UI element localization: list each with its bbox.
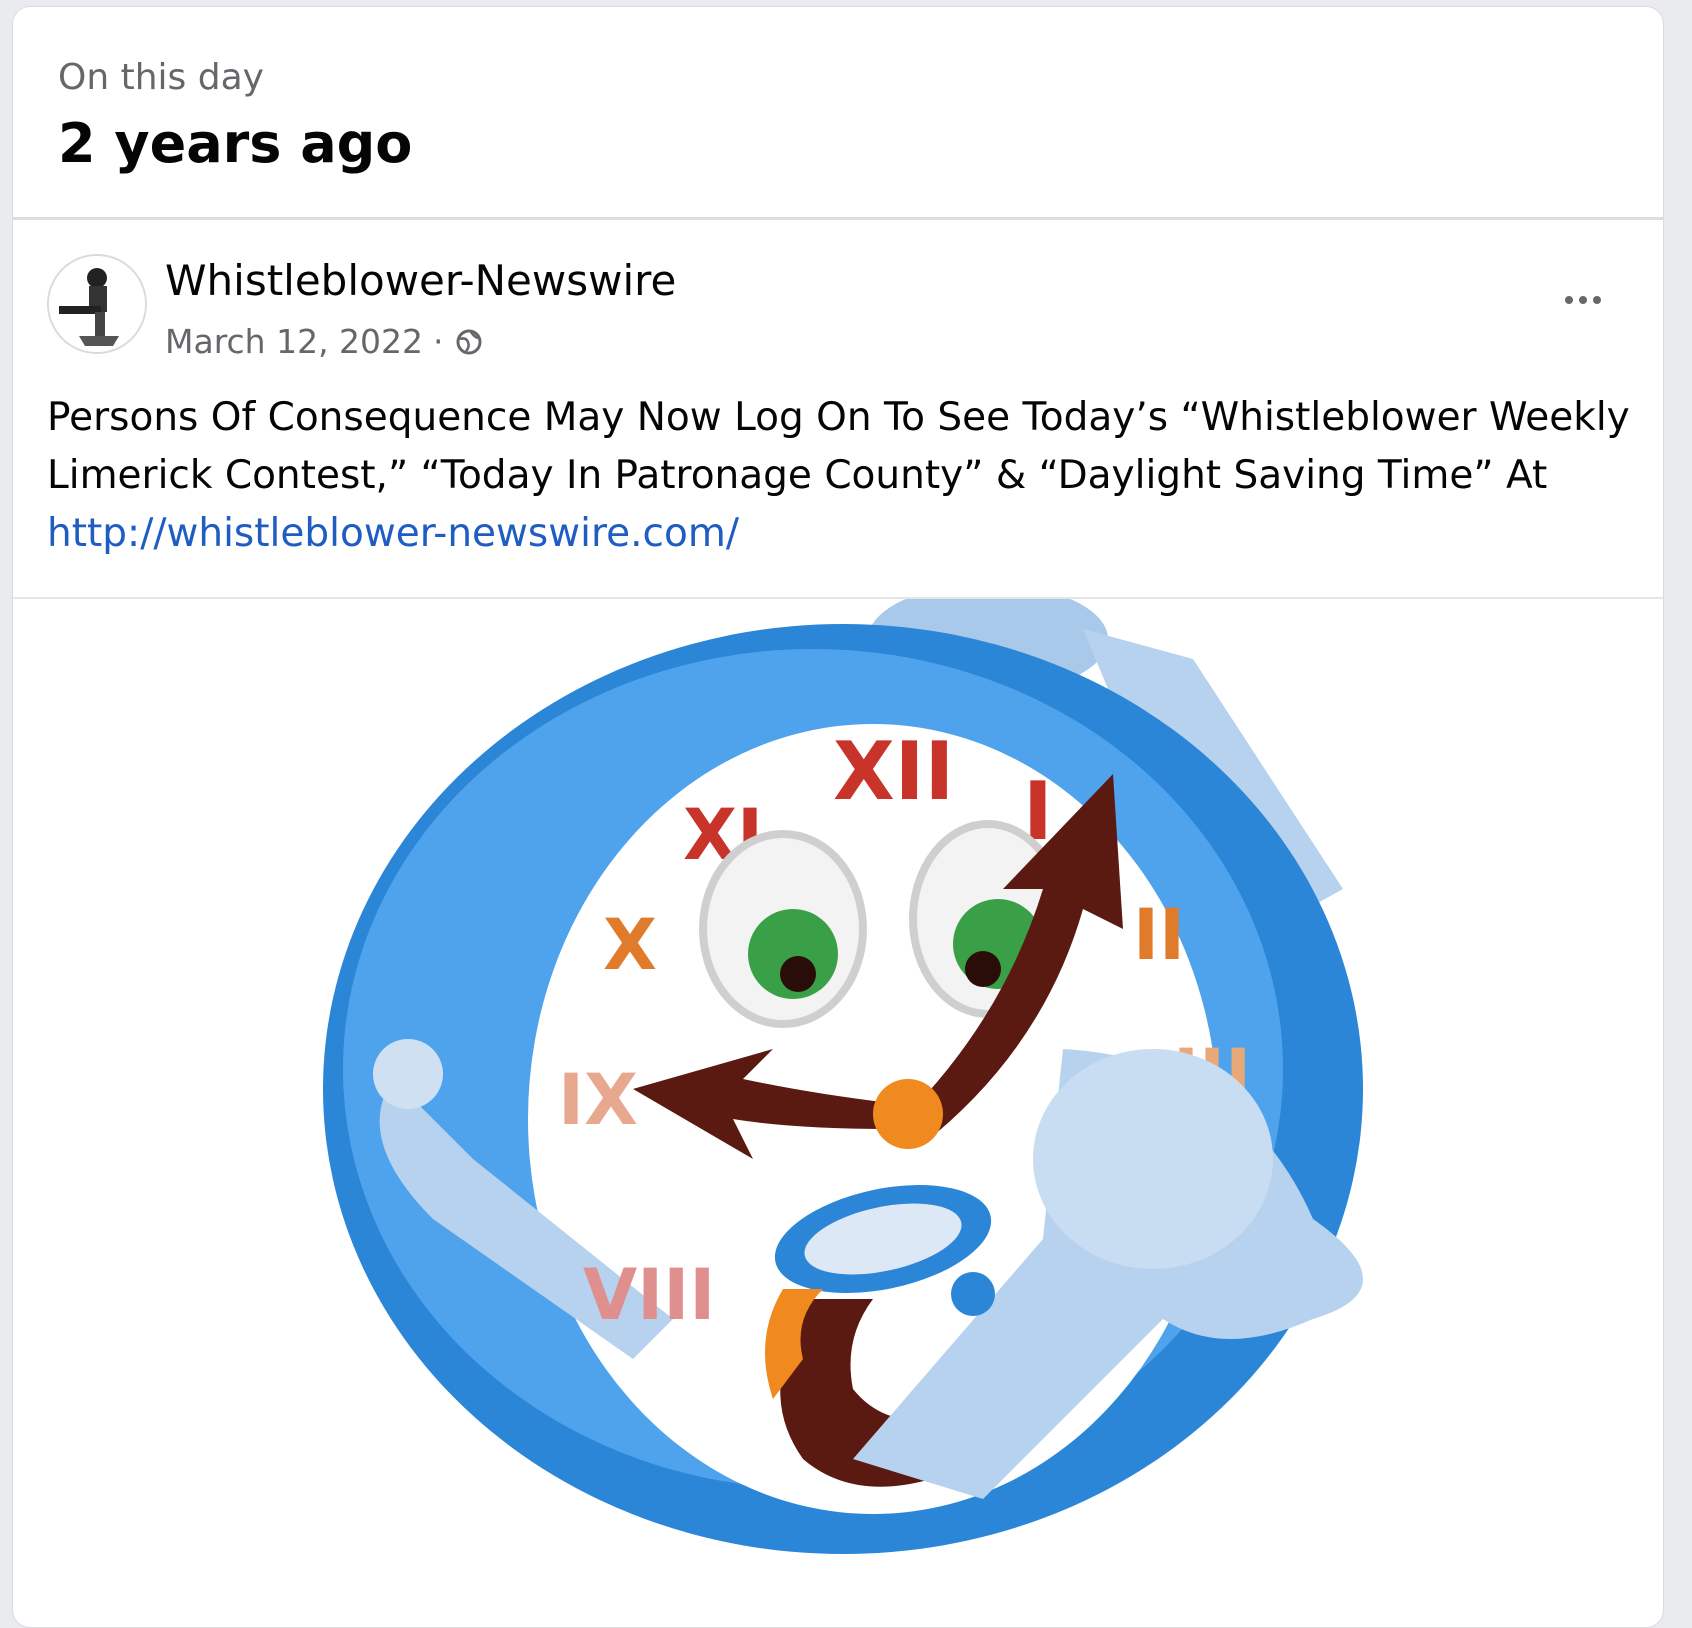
numeral-ii: II (1133, 894, 1185, 976)
post-link[interactable]: http://whistleblower-newswire.com/ (47, 511, 739, 556)
left-pupil (780, 956, 816, 992)
more-options-button[interactable] (1553, 280, 1613, 320)
post-header: Whistleblower-Newswire March 12, 2022 · (13, 220, 1663, 361)
more-options-icon (1565, 296, 1601, 304)
right-pupil (965, 951, 1001, 987)
memory-card: On this day 2 years ago Whistleblower-Ne… (12, 6, 1664, 1628)
page-avatar[interactable] (47, 254, 147, 354)
meta-separator: · (433, 322, 444, 361)
numeral-viii: VIII (583, 1254, 715, 1336)
memory-header: On this day 2 years ago (13, 7, 1663, 220)
memory-years-ago: 2 years ago (58, 112, 413, 175)
post-image[interactable]: XII I II III VIII IX X XI (13, 599, 1663, 1609)
left-hand-ball (373, 1039, 443, 1109)
hands-pivot (873, 1079, 943, 1149)
avatar-figure-icon (49, 256, 145, 352)
post-date[interactable]: March 12, 2022 (165, 322, 423, 361)
globe-icon (456, 329, 482, 354)
cartoon-clock-illustration: XII I II III VIII IX X XI (323, 599, 1363, 1554)
post-meta: March 12, 2022 · (165, 322, 484, 361)
numeral-xii: XII (833, 725, 954, 818)
post-text-body: Persons Of Consequence May Now Log On To… (47, 395, 1630, 498)
numeral-ix: IX (558, 1059, 638, 1141)
post-author[interactable]: Whistleblower-Newswire (165, 256, 676, 305)
numeral-x: X (603, 904, 657, 986)
memory-kicker: On this day (58, 57, 264, 98)
watch-crown (951, 1272, 995, 1316)
post-text: Persons Of Consequence May Now Log On To… (47, 389, 1637, 563)
right-fist (1033, 1049, 1273, 1269)
